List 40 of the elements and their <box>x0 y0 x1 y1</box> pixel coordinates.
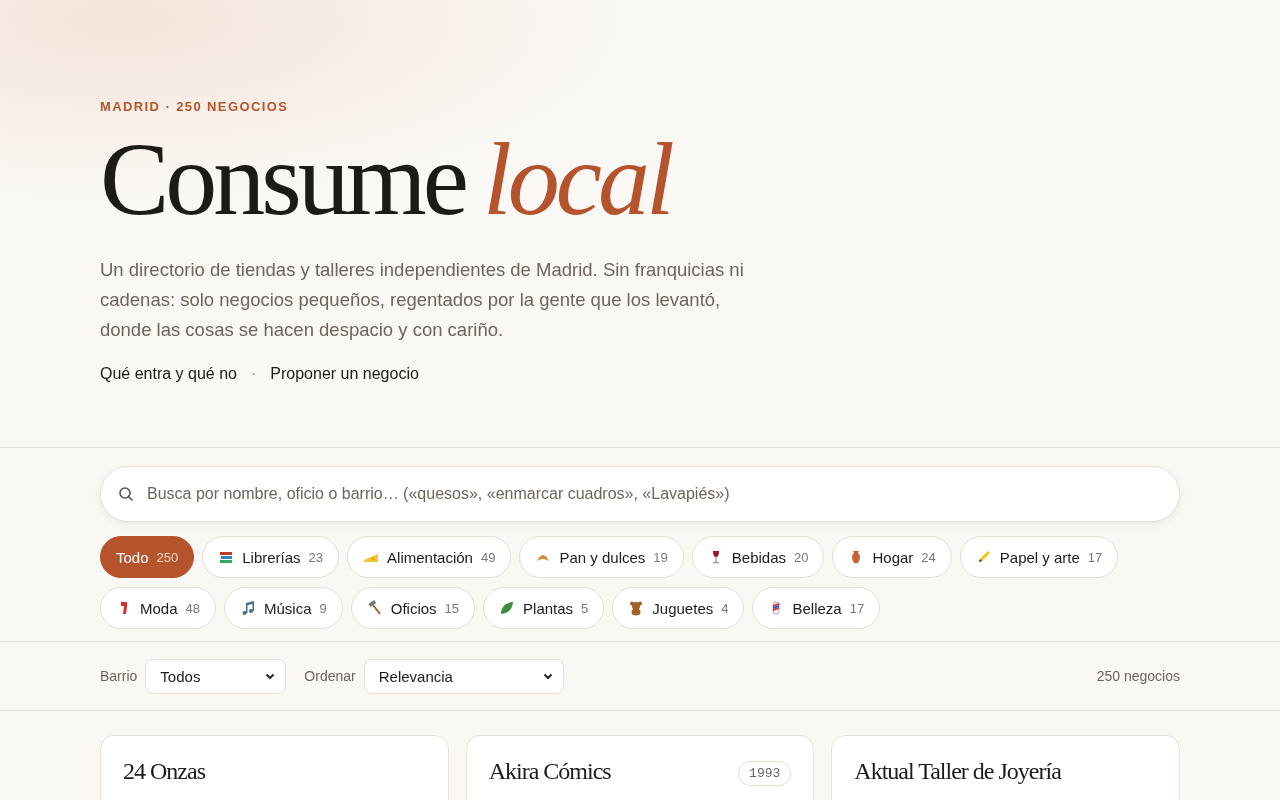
page-title-accent: local <box>482 129 671 229</box>
business-card[interactable]: Akira Cómics 1993 <box>465 735 815 800</box>
filter-label: Ordenar <box>304 668 356 684</box>
dropdown[interactable]: Todos <box>145 658 287 694</box>
separator-dot: · <box>251 365 257 383</box>
search-field[interactable]: Busca por nombre, oficio o barrio… («quesos», «enmarcar cuadros», «Lavapiés») <box>100 466 1180 522</box>
category-icon <box>366 600 383 616</box>
chevron-down-icon <box>542 672 553 680</box>
category-chip[interactable]: Moda 48 <box>100 587 216 629</box>
business-name: Akira Cómics <box>488 758 611 785</box>
text-link[interactable]: Proponer un negocio <box>270 365 419 383</box>
category-icon <box>628 600 645 616</box>
chevron-down-icon <box>265 672 276 680</box>
category-chip[interactable]: Plantas 5 <box>483 587 605 629</box>
text-link[interactable]: Qué entra y qué no <box>100 365 237 383</box>
dropdown[interactable]: Relevancia <box>363 658 564 694</box>
category-icon <box>218 549 235 565</box>
category-chip[interactable]: Todo 250 <box>100 536 195 578</box>
year-tag: 1993 <box>738 761 792 786</box>
business-name: 24 Onzas <box>123 758 205 785</box>
category-chip[interactable]: Música 9 <box>224 587 343 629</box>
category-icon <box>499 600 516 616</box>
category-chip[interactable]: Belleza 17 <box>752 587 881 629</box>
category-chip[interactable]: Alimentación 49 <box>347 536 512 578</box>
category-chip[interactable]: Juguetes 4 <box>612 587 745 629</box>
category-chip[interactable]: Pan y dulces 19 <box>519 536 684 578</box>
intro-paragraph: Un directorio de tiendas y talleres independientes de Madrid. Sin franquicias ni cadenas: solo negocios pequeños, regentados por la gente que los levantó, donde las cosas se hacen despacio y con cariño. <box>100 258 745 342</box>
business-name: Aktual Taller de Joyería <box>854 758 1061 785</box>
category-chip[interactable]: Oficios 15 <box>350 587 476 629</box>
category-icon <box>240 600 256 616</box>
page-title: Consume <box>100 129 465 229</box>
category-chip[interactable]: Papel y arte 17 <box>959 536 1119 578</box>
eyebrow: MADRID · 250 NEGOCIOS <box>100 99 289 114</box>
category-chip[interactable]: Bebidas 20 <box>691 536 825 578</box>
result-count: 250 negocios <box>1096 668 1180 684</box>
business-card[interactable]: Aktual Taller de Joyería <box>831 735 1180 800</box>
business-card[interactable]: 24 Onzas <box>100 735 449 800</box>
category-chip[interactable]: Hogar 24 <box>832 536 952 578</box>
category-chip[interactable]: Librerías 23 <box>202 536 340 578</box>
filter-label: Barrio <box>100 668 138 684</box>
